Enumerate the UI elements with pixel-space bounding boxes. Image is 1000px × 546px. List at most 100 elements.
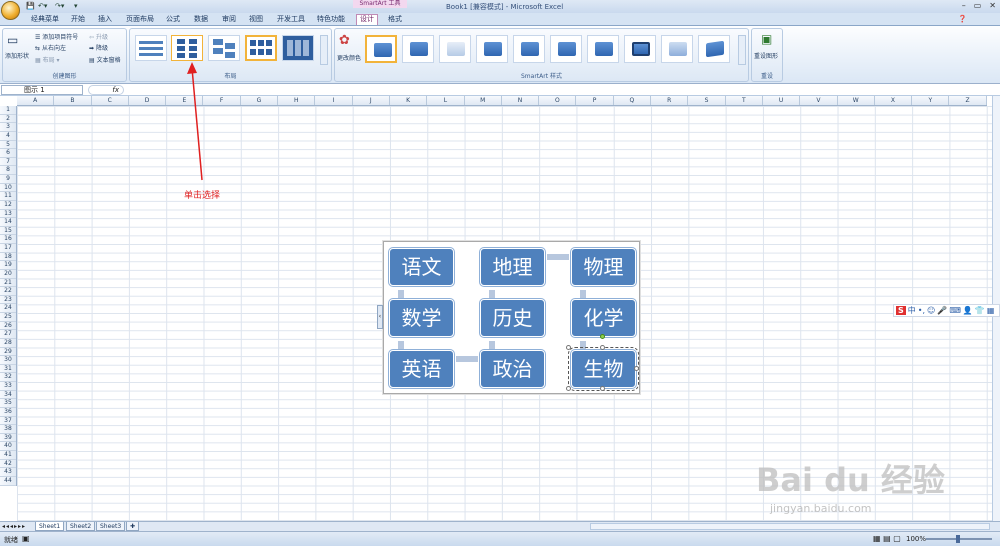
row-header[interactable]: 25 (0, 313, 16, 322)
row-header[interactable]: 12 (0, 201, 16, 210)
sheet-tab-2[interactable]: Sheet2 (66, 522, 96, 531)
row-header[interactable]: 17 (0, 244, 16, 253)
row-header[interactable]: 8 (0, 166, 16, 175)
resize-handle[interactable] (566, 386, 571, 391)
style-thumb-1-selected[interactable] (365, 35, 397, 63)
layout-thumb-1[interactable] (135, 35, 167, 61)
row-header[interactable]: 7 (0, 158, 16, 167)
column-header[interactable]: L (427, 96, 465, 105)
column-header[interactable]: H (278, 96, 316, 105)
row-header[interactable]: 1 (0, 106, 16, 115)
row-header[interactable]: 15 (0, 227, 16, 236)
column-header[interactable]: G (241, 96, 279, 105)
row-header[interactable]: 4 (0, 132, 16, 141)
styles-scroll[interactable] (738, 35, 746, 65)
layouts-scroll[interactable] (320, 35, 328, 65)
column-header[interactable]: M (465, 96, 502, 105)
help-icon[interactable]: ❓ (955, 15, 970, 26)
add-bullet-button[interactable]: ☰ 添加项目符号 (35, 32, 78, 41)
row-header[interactable]: 18 (0, 253, 16, 262)
style-thumb-4[interactable] (476, 35, 508, 63)
tab-format[interactable]: 格式 (385, 15, 405, 26)
ime-keyboard-icon[interactable]: ⌨ (949, 306, 961, 315)
tab-developer[interactable]: 开发工具 (274, 15, 308, 26)
layout-thumb-3[interactable] (208, 35, 240, 61)
row-header[interactable]: 26 (0, 322, 16, 331)
resize-handle[interactable] (634, 366, 639, 371)
ime-punct-icon[interactable]: •, (918, 306, 925, 315)
row-header[interactable]: 33 (0, 382, 16, 391)
row-header[interactable]: 30 (0, 356, 16, 365)
change-colors-button[interactable]: 更改颜色 (337, 53, 361, 62)
tab-page-layout[interactable]: 页面布局 (123, 15, 157, 26)
ime-user-icon[interactable]: 👤 (963, 306, 973, 315)
column-header[interactable]: Q (614, 96, 652, 105)
row-header[interactable]: 11 (0, 192, 16, 201)
node-chemistry[interactable]: 化学 (571, 299, 636, 337)
column-header[interactable]: K (390, 96, 428, 105)
row-header[interactable]: 42 (0, 460, 16, 469)
column-header[interactable]: A (17, 96, 55, 105)
fx-button[interactable]: fx (88, 85, 124, 95)
column-header[interactable]: C (92, 96, 129, 105)
promote-button[interactable]: ⇦ 升级 (89, 32, 108, 41)
tab-design[interactable]: 设计 (356, 14, 378, 25)
node-chinese[interactable]: 语文 (389, 248, 454, 286)
row-header[interactable]: 31 (0, 365, 16, 374)
palette-icon[interactable]: ✿ (339, 33, 350, 48)
row-header[interactable]: 35 (0, 399, 16, 408)
row-header[interactable]: 14 (0, 218, 16, 227)
column-header[interactable]: T (726, 96, 763, 105)
style-thumb-2[interactable] (402, 35, 434, 63)
row-header[interactable]: 37 (0, 417, 16, 426)
row-header[interactable]: 38 (0, 425, 16, 434)
new-sheet-icon[interactable]: ✚ (126, 522, 140, 531)
ime-shirt-icon[interactable]: 👕 (975, 306, 985, 315)
row-header[interactable]: 10 (0, 184, 16, 193)
row-header[interactable]: 34 (0, 391, 16, 400)
tab-formulas[interactable]: 公式 (163, 15, 183, 26)
ime-emoji-icon[interactable]: ☺ (927, 306, 935, 315)
layout-thumb-2[interactable] (171, 35, 203, 61)
sheet-tab-3[interactable]: Sheet3 (96, 522, 126, 531)
row-header[interactable]: 20 (0, 270, 16, 279)
close-icon[interactable]: ✕ (989, 1, 996, 10)
row-header[interactable]: 23 (0, 296, 16, 305)
row-header[interactable]: 19 (0, 261, 16, 270)
column-header[interactable]: Z (949, 96, 987, 105)
undo-icon[interactable]: ↶▾ (38, 2, 47, 11)
row-header[interactable]: 43 (0, 468, 16, 477)
row-header[interactable]: 27 (0, 330, 16, 339)
column-header[interactable]: S (688, 96, 726, 105)
ime-tools-icon[interactable]: ▦ (987, 306, 995, 315)
column-header[interactable]: I (315, 96, 353, 105)
column-header[interactable]: W (838, 96, 875, 105)
ime-mic-icon[interactable]: 🎤 (937, 306, 947, 315)
row-header[interactable]: 2 (0, 115, 16, 124)
minimize-icon[interactable]: – (962, 1, 966, 10)
row-header[interactable]: 40 (0, 442, 16, 451)
style-thumb-5[interactable] (513, 35, 545, 63)
tab-special[interactable]: 特色功能 (314, 15, 348, 26)
layout-thumb-4-selected[interactable] (245, 35, 277, 61)
style-thumb-9[interactable] (661, 35, 693, 63)
tab-home[interactable]: 开始 (68, 15, 88, 26)
layout-dropdown-button[interactable]: ▦ 布局 ▾ (35, 55, 60, 64)
column-header[interactable]: B (54, 96, 92, 105)
row-header[interactable]: 39 (0, 434, 16, 443)
column-header[interactable]: V (800, 96, 838, 105)
row-header[interactable]: 41 (0, 451, 16, 460)
row-header[interactable]: 44 (0, 477, 16, 486)
style-thumb-3[interactable] (439, 35, 471, 63)
horizontal-scrollbar[interactable] (590, 523, 990, 530)
resize-handle[interactable] (566, 345, 571, 350)
name-box[interactable]: 图示 1 (1, 85, 83, 95)
tab-view[interactable]: 视图 (246, 15, 266, 26)
text-pane-toggle[interactable]: ‹ (377, 305, 383, 329)
column-header[interactable]: U (763, 96, 801, 105)
row-header[interactable]: 3 (0, 123, 16, 132)
column-header[interactable]: D (129, 96, 167, 105)
row-header[interactable]: 16 (0, 235, 16, 244)
layout-thumb-5[interactable] (282, 35, 314, 61)
node-math[interactable]: 数学 (389, 299, 454, 337)
